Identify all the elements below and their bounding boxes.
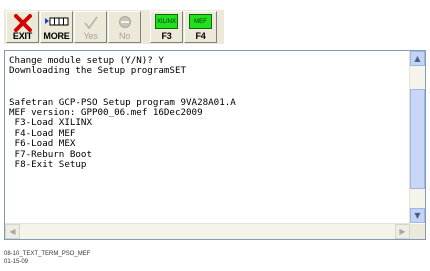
yes-button-label: Yes xyxy=(83,31,98,41)
yes-button[interactable]: Yes xyxy=(74,11,107,43)
caption-line-1: 08-10_TEXT_TERM_PSO_MEF xyxy=(4,251,91,257)
close-x-icon xyxy=(13,14,32,32)
terminal-line: F8-Exit Setup xyxy=(9,159,87,171)
figure-caption: 08-10_TEXT_TERM_PSO_MEF 01-15-09 xyxy=(4,250,90,266)
scrollbar-corner xyxy=(410,224,425,239)
terminal-line: Safetran GCP-PSO Setup program 9VA28A01.… xyxy=(9,96,236,108)
terminal-line: F6-Load MEX xyxy=(9,138,76,150)
xilinx-chip-icon: XILINX xyxy=(155,14,178,29)
mef-chip-icon: MEF xyxy=(189,14,212,29)
more-button[interactable]: MORE xyxy=(40,11,73,43)
terminal-line: MEF version: GPP00_06.mef 16Dec2009 xyxy=(9,107,203,119)
f4-button[interactable]: MEF F4 xyxy=(184,11,217,43)
terminal-line: F3-Load XILINX xyxy=(9,117,92,129)
exit-button[interactable]: EXIT xyxy=(6,11,39,43)
horizontal-scrollbar[interactable]: ◀ ▶ xyxy=(5,223,410,239)
scroll-right-arrow-icon[interactable]: ▶ xyxy=(395,224,410,239)
more-button-label: MORE xyxy=(43,31,70,41)
scroll-up-arrow-icon[interactable]: ▲ xyxy=(410,51,425,66)
checkmark-icon xyxy=(83,16,98,30)
f3-button-label: F3 xyxy=(161,31,172,41)
exit-button-label: EXIT xyxy=(12,31,33,41)
terminal-window[interactable]: Change module setup (Y/N)? Y Downloading… xyxy=(4,50,426,240)
vertical-scrollbar[interactable]: ▲ ▼ xyxy=(409,51,425,223)
terminal-output: Change module setup (Y/N)? Y Downloading… xyxy=(9,56,403,219)
terminal-line: Downloading the Setup programSET xyxy=(9,65,187,77)
toolbar: EXIT MORE Yes No XILINX F3 MEF F4 xyxy=(4,10,224,44)
scroll-left-arrow-icon[interactable]: ◀ xyxy=(5,224,20,239)
caption-line-2: 01-15-09 xyxy=(4,259,29,265)
no-circle-icon xyxy=(118,16,131,28)
more-keys-icon xyxy=(44,17,68,26)
no-button[interactable]: No xyxy=(108,11,141,43)
no-button-label: No xyxy=(118,31,131,41)
vertical-scroll-thumb[interactable] xyxy=(410,89,425,189)
f4-button-label: F4 xyxy=(195,31,206,41)
terminal-line: F4-Load MEF xyxy=(9,127,76,139)
terminal-line: F7-Reburn Boot xyxy=(9,148,92,160)
f3-button[interactable]: XILINX F3 xyxy=(150,11,183,43)
scroll-down-arrow-icon[interactable]: ▼ xyxy=(410,208,425,223)
